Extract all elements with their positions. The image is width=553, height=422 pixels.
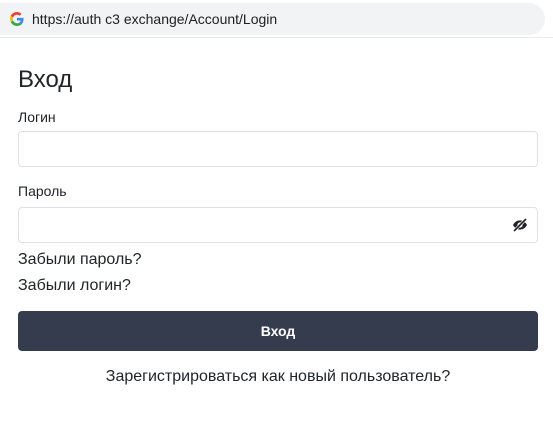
password-field [18,207,538,243]
password-label: Пароль [18,183,67,199]
forgot-login-link[interactable]: Забыли логин? [18,276,131,296]
password-input[interactable] [18,207,538,243]
google-g-icon [10,12,24,26]
eye-slash-icon[interactable] [512,217,528,233]
login-label: Логин [18,109,56,125]
login-input[interactable] [18,131,538,167]
url-field[interactable]: https://auth c3 exchange/Account/Login [0,3,545,35]
login-submit-button[interactable]: Вход [18,311,538,351]
url-text: https://auth c3 exchange/Account/Login [32,11,278,27]
page-title: Вход [18,66,73,93]
browser-address-bar: https://auth c3 exchange/Account/Login [0,0,553,38]
forgot-password-link[interactable]: Забыли пароль? [18,250,142,270]
register-link[interactable]: Зарегистрироваться как новый пользовател… [18,367,538,387]
